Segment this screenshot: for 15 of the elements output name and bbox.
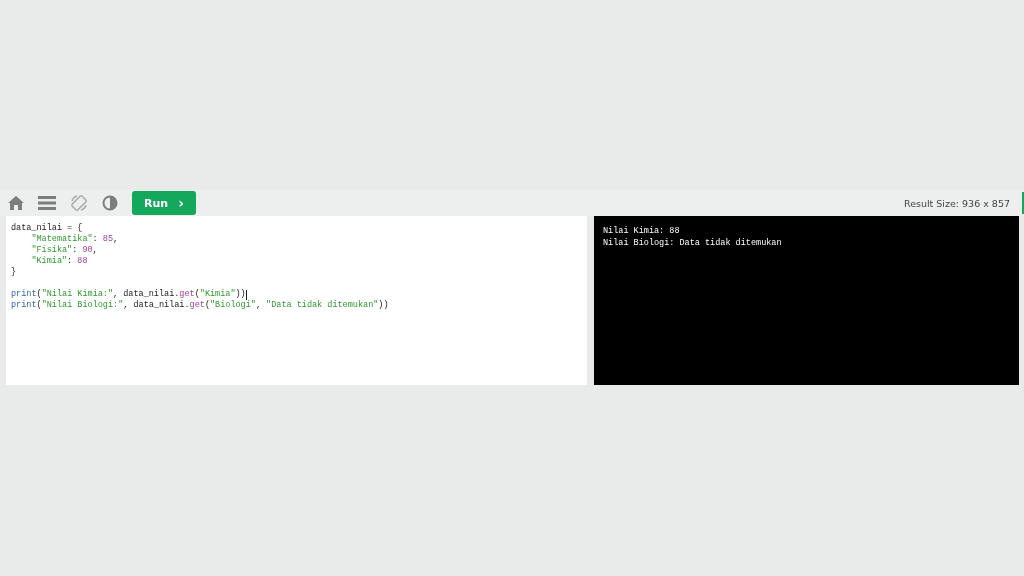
code-line: } xyxy=(11,267,17,278)
code-line: "Fisika": 90, xyxy=(31,245,98,256)
code-line: print("Nilai Kimia:", data_nilai.get("Kimia")) xyxy=(11,289,246,300)
output-line: Nilai Kimia: 88 xyxy=(603,225,681,237)
menu-icon[interactable] xyxy=(38,196,56,210)
code-line: print("Nilai Biologi:", data_nilai.get("Biologi", "Data tidak ditemukan")) xyxy=(11,300,389,311)
code-editor[interactable]: data_nilai = { "Matematika": 85, "Fisika": 90, "Kimia": 88 } print("Nilai Kimia:", data_nilai.get("Kimia")) print("Nilai Biologi:", data_nilai.get("Biologi", "Data tidak ditemukan")) xyxy=(6,216,587,385)
output-line: Nilai Biologi: Data tidak ditemukan xyxy=(603,237,783,249)
contrast-icon[interactable] xyxy=(102,195,118,211)
result-size: Result Size: 936 x 857 xyxy=(903,197,1010,209)
rotate-icon[interactable] xyxy=(70,194,88,212)
home-icon[interactable] xyxy=(8,196,24,210)
code-line: "Matematika": 85, xyxy=(31,234,119,245)
code-line: "Kimia": 88 xyxy=(31,256,88,267)
code-line: data_nilai = { xyxy=(11,223,83,234)
